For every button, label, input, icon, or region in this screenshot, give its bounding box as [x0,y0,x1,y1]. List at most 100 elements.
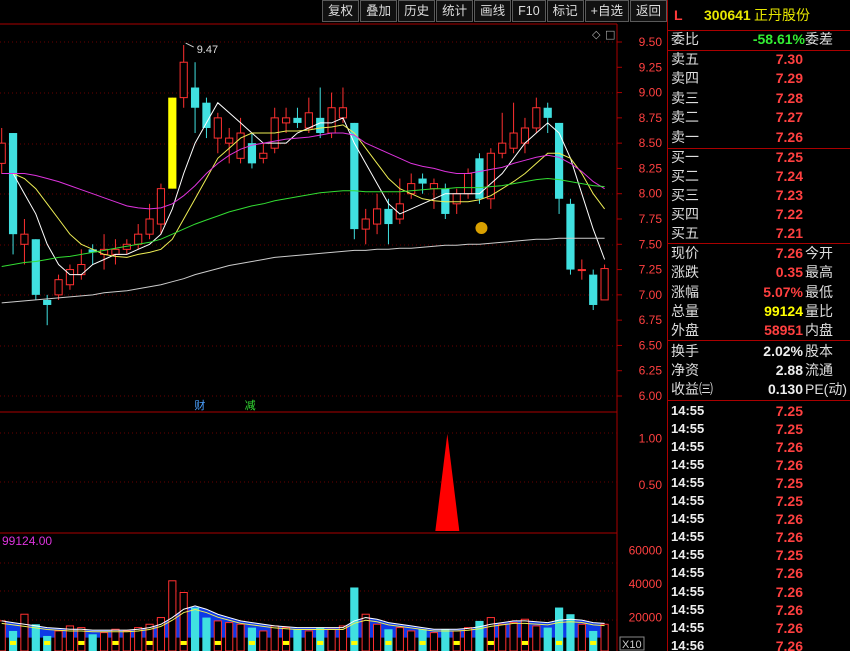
volume-ma-tick [453,640,460,645]
tick-row: 14:55 7.26 [668,528,850,546]
volume-bar-up [281,627,291,651]
volume-ma-tick [590,640,597,645]
quote-value: 5.07% [763,283,803,300]
volume-bar-up [236,623,245,651]
candle-body-up [486,152,495,200]
toolbar: 复权 叠加 历史 统计 画线 F10 标记 +自选 返回 [0,0,667,24]
candle-body-down [43,299,52,305]
volume-ma-tick [419,640,426,645]
quote-panel: L 300641 正丹股份 委比 -58.61% 委差 卖五 7.30 卖四 7.29… [667,0,850,651]
candle-body-down [31,239,40,295]
candle-body-up [338,107,348,119]
bid-price: 7.21 [775,225,803,241]
fund-label-2: PE(动) [805,381,847,397]
bid-price: 7.24 [775,168,803,184]
tick-price: 7.26 [775,619,803,636]
ask-row: 卖三 7.28 [668,89,850,107]
ask-price: 7.30 [775,51,803,67]
toolbar-button-8[interactable]: 返回 [629,0,667,22]
volume-ma-tick [317,640,324,645]
candle-body-up [577,269,586,272]
kline-chart-area[interactable]: 9.47 财 减 9.50 9.25 9.00 8.75 8.50 8.25 8.00 7.75 7… [0,0,667,651]
candle-body-limit-up [168,97,177,189]
bid-price: 7.22 [775,206,803,222]
price-tick-label: 7.00 [639,288,663,302]
weibi-value: -58.61% [752,31,805,47]
toolbar-button-4[interactable]: 画线 [474,0,512,22]
price-tick-label: 8.00 [639,187,663,201]
toolbar-button-5[interactable]: F10 [512,0,546,22]
price-tick-label: 8.75 [639,111,663,125]
diamond-icon: ◇ [592,28,601,41]
candle-body-down [316,117,325,134]
candle-body-down [589,274,598,305]
volume-ma-tick [44,640,51,645]
candle-body-up [452,193,461,205]
ask-label: 卖五 [671,51,699,67]
bid-label: 买三 [671,187,699,203]
ask-price: 7.29 [775,70,803,87]
tick-row: 14:55 7.26 [668,438,850,456]
price-tick-label: 9.00 [639,86,663,100]
volume-bar-down [543,627,552,651]
price-tick-label: 8.50 [639,136,663,150]
stock-terminal: { "toolbar":["复权","叠加","历史","统计","画线","F… [0,0,850,651]
volume-ma-tick [78,640,85,645]
volume-bar-up [111,628,120,651]
candle-body-down [8,133,18,235]
weicha-label: 委差 [805,31,833,47]
fund-label: 净资 [671,362,699,378]
toolbar-button-3[interactable]: 统计 [436,0,474,22]
quote-row: 外盘 58951 内盘 [668,321,850,339]
weibi-row: 委比 -58.61% 委差 [668,30,850,48]
volume-bar-up [20,613,29,651]
toolbar-button-2[interactable]: 历史 [398,0,436,22]
price-tick-label: 6.50 [639,338,663,352]
candle-body-up [281,117,291,124]
high-price-label: 9.47 [197,44,218,56]
tick-row: 14:55 7.26 [668,619,850,637]
quote-value: 99124 [764,302,803,319]
tick-price: 7.25 [775,547,803,564]
toolbar-button-7[interactable]: +自选 [584,0,629,22]
bid-row: 买五 7.21 [668,224,850,242]
weibi-label: 委比 [671,31,699,47]
fund-label: 收益㈢ [671,381,713,397]
tick-row: 14:55 7.26 [668,456,850,474]
quote-label: 现价 [671,245,699,261]
fund-label-2: 股本 [805,343,833,359]
candle-body-up [145,218,154,235]
tick-price: 7.26 [775,565,803,582]
toolbar-button-1[interactable]: 叠加 [360,0,398,22]
fund-label-2: 流通 [805,362,833,378]
candle-body-up [134,233,143,245]
money-bag-icon [475,222,488,234]
tick-price: 7.25 [775,421,803,438]
candle-body-up [509,132,518,149]
quote-value: 7.26 [775,245,803,261]
square-icon: □ [605,28,615,41]
market-flag: L [674,7,683,23]
candle-body-down [350,122,359,230]
fund-value: 0.130 [767,381,803,397]
toolbar-button-0[interactable]: 复权 [322,0,360,22]
tick-row: 14:55 7.26 [668,564,850,582]
volume-bar-up [509,622,518,651]
bid-label: 买五 [671,225,699,241]
bid-label: 买一 [671,149,699,165]
quote-label: 涨跌 [671,264,699,281]
tick-price: 7.26 [775,637,803,651]
tick-row: 14:56 7.26 [668,637,850,651]
volume-ma-tick [9,640,17,645]
fund-value: 2.02% [763,343,803,359]
ma-line-3 [1,177,605,267]
volume-bar-down [293,629,302,651]
volume-bar-up [463,627,473,651]
price-tick-label: 6.00 [639,389,663,403]
bid-row: 买三 7.23 [668,186,850,204]
mid-tick-label: 0.50 [639,478,663,492]
candle-body-down [202,102,211,128]
toolbar-button-6[interactable]: 标记 [546,0,584,22]
volume-bar-up [486,617,495,651]
volume-bar-down [441,629,450,651]
